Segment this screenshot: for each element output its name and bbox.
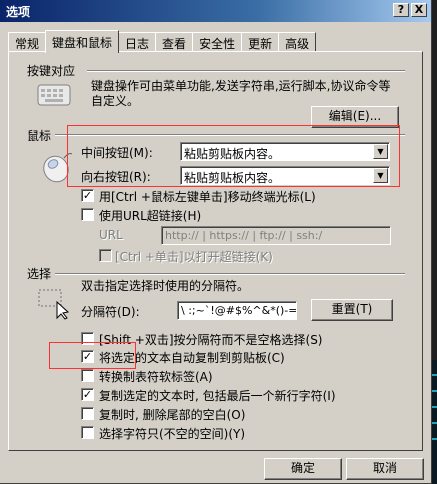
keyboard-group-title: 按键对应 (27, 62, 79, 79)
cancel-button[interactable]: 取消 (346, 458, 424, 480)
mouse-group-title: 鼠标 (27, 127, 55, 144)
close-button[interactable]: X (411, 3, 427, 17)
option-label-4: 复制时, 删除尾部的空白(O) (99, 408, 246, 422)
reset-button[interactable]: 重置(T) (311, 299, 393, 321)
delimiter-field[interactable]: \ :;~`!@#$%^&*()-=+ (177, 301, 297, 320)
tab-update[interactable]: 更新 (241, 32, 280, 52)
tab-strip: 常规 键盘和鼠标 日志 查看 安全性 更新 高级 (8, 30, 317, 53)
selection-description: 双击指定选择时使用的分隔符。 (81, 279, 250, 293)
selection-group-title: 选择 (27, 265, 55, 282)
keyboard-group-divider (87, 70, 405, 72)
option-checkbox-4[interactable] (81, 407, 94, 420)
option-checkbox-3[interactable]: ✓ (81, 388, 94, 401)
option-checkbox-5[interactable] (81, 426, 94, 439)
tab-keyboard-mouse[interactable]: 键盘和鼠标 (45, 30, 120, 53)
option-checkbox-2[interactable] (81, 369, 94, 382)
url-label: URL (99, 228, 123, 242)
url-field[interactable]: http:// | https:// | ftp:// | ssh:/ (161, 226, 391, 245)
keyboard-description-line2: 自定义。 (91, 94, 140, 108)
tab-general[interactable]: 常规 (8, 32, 47, 52)
tab-security[interactable]: 安全性 (192, 32, 243, 52)
use-url-label: 使用URL超链接(H) (99, 209, 202, 223)
option-label-2: 转换制表符软标签(A) (99, 370, 213, 384)
help-button[interactable]: ? (393, 3, 409, 17)
option-label-5: 选择字符只(不空的空间)(Y) (99, 427, 246, 441)
use-url-checkbox[interactable] (81, 208, 94, 221)
titlebar: 选项 ? X (0, 0, 431, 22)
ctrl-click-checkbox[interactable]: ✓ (81, 189, 94, 202)
keyboard-icon (37, 84, 71, 106)
tab-view[interactable]: 查看 (155, 32, 194, 52)
highlight-box-auto-copy (49, 342, 136, 369)
option-label-3: 复制选定的文本时, 包括最后一个新行字符(I) (99, 389, 336, 403)
options-dialog: 选项 ? X 常规 键盘和鼠标 日志 查看 安全性 更新 高级 按键对应 键盘操… (0, 0, 432, 484)
ctrl-open-label: [Ctrl +单击]以打开超链接(K) (115, 250, 273, 264)
tab-advanced[interactable]: 高级 (278, 32, 317, 52)
ok-button[interactable]: 确定 (264, 458, 342, 480)
selection-icon (38, 289, 70, 320)
tab-panel: 按键对应 键盘操作可由菜单功能,发送字符串,运行脚本,协议命令等 自定义。 编辑… (8, 51, 423, 451)
ctrl-click-label: 用[Ctrl +鼠标左键单击]移动终端光标(L) (99, 190, 316, 204)
selection-group-divider (55, 273, 405, 275)
ctrl-open-checkbox[interactable] (99, 249, 112, 262)
highlight-box-mouse-buttons (67, 125, 400, 187)
tab-log[interactable]: 日志 (118, 32, 157, 52)
delimiter-label: 分隔符(D): (81, 305, 140, 319)
dialog-title: 选项 (6, 5, 31, 19)
